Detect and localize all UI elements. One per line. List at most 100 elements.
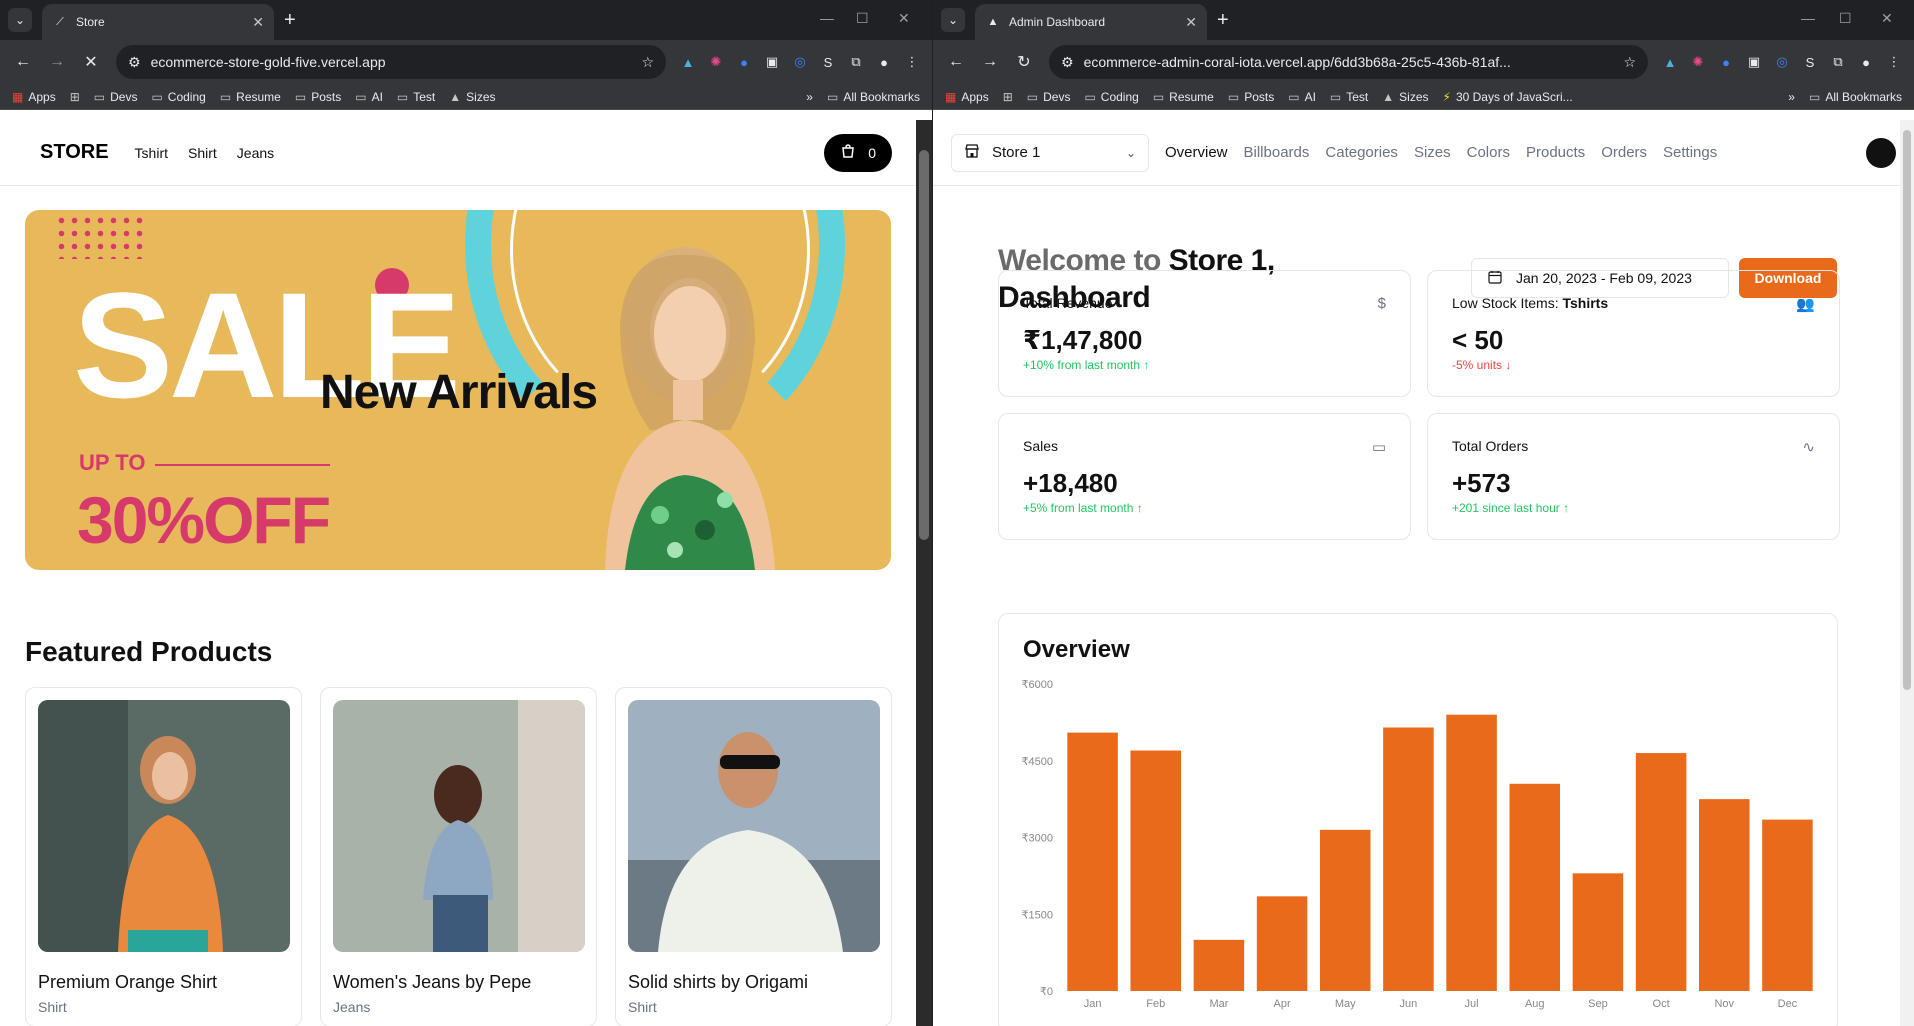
forward-button[interactable]: → xyxy=(42,47,72,77)
stop-loading-button[interactable]: ✕ xyxy=(76,47,106,77)
store-switcher[interactable]: Store 1 ⌄ xyxy=(951,133,1149,172)
close-window-button[interactable]: ✕ xyxy=(898,10,910,27)
user-avatar[interactable] xyxy=(1866,137,1896,168)
product-name[interactable]: Women's Jeans by Pepe xyxy=(333,972,584,993)
profile-avatar-icon[interactable]: ● xyxy=(1854,50,1878,74)
clipboard-extension-icon[interactable]: ▣ xyxy=(760,50,784,74)
minimize-button[interactable]: — xyxy=(820,10,834,26)
scrollbar-thumb[interactable] xyxy=(919,150,929,540)
nav-products[interactable]: Products xyxy=(1526,144,1585,161)
product-image[interactable] xyxy=(333,700,585,952)
address-bar[interactable]: ⚙ ecommerce-admin-coral-iota.vercel.app/… xyxy=(1049,45,1648,79)
all-bookmarks[interactable]: ▭ All Bookmarks xyxy=(827,90,920,104)
bookmark-30-days-js[interactable]: ⚡ 30 Days of JavaScri... xyxy=(1443,90,1573,104)
site-info-icon[interactable]: ⚙ xyxy=(128,54,141,71)
product-image[interactable] xyxy=(38,700,290,952)
product-name[interactable]: Premium Orange Shirt xyxy=(38,972,289,993)
product-card[interactable]: Women's Jeans by Pepe Jeans xyxy=(320,687,597,1026)
bookmark-resume[interactable]: ▭ Resume xyxy=(220,90,281,104)
nav-sizes[interactable]: Sizes xyxy=(1414,144,1451,161)
bookmark-star-icon[interactable]: ☆ xyxy=(1623,54,1636,71)
bookmark-ai[interactable]: ▭ AI xyxy=(355,90,383,104)
site-info-icon[interactable]: ⚙ xyxy=(1061,54,1074,71)
stat-value: ₹1,47,800 xyxy=(1023,325,1143,355)
product-image[interactable] xyxy=(628,700,880,952)
bookmark-posts[interactable]: ▭ Posts xyxy=(295,90,341,104)
bookmark-test[interactable]: ▭ Test xyxy=(397,90,435,104)
store-logo[interactable]: STORE xyxy=(40,141,109,164)
bookmark-grid[interactable]: ⊞ xyxy=(1003,90,1013,104)
profile-avatar-icon[interactable]: ● xyxy=(872,50,896,74)
menu-kebab-icon[interactable]: ⋮ xyxy=(1882,50,1906,74)
translate-extension-icon[interactable]: ◎ xyxy=(1770,50,1794,74)
bookmarks-overflow-icon[interactable]: » xyxy=(806,90,813,104)
nav-jeans[interactable]: Jeans xyxy=(237,145,274,161)
browser-toolbar: ← → ✕ ⚙ ecommerce-store-gold-five.vercel… xyxy=(0,40,932,84)
cart-button[interactable]: 0 xyxy=(824,133,892,172)
all-bookmarks[interactable]: ▭ All Bookmarks xyxy=(1809,90,1902,104)
back-button[interactable]: ← xyxy=(941,47,971,77)
back-button[interactable]: ← xyxy=(8,47,38,77)
extensions-puzzle-icon[interactable]: ⧉ xyxy=(1826,50,1850,74)
bookmark-coding[interactable]: ▭ Coding xyxy=(1084,90,1138,104)
tab-admin-dashboard[interactable]: ▲ Admin Dashboard ✕ xyxy=(975,4,1207,40)
decorative-line xyxy=(155,464,330,466)
close-tab-icon[interactable]: ✕ xyxy=(252,14,264,31)
tab-search-button[interactable]: ⌄ xyxy=(8,8,32,32)
bookmark-devs[interactable]: ▭ Devs xyxy=(1027,90,1071,104)
page-scrollbar[interactable] xyxy=(916,120,932,1026)
bookmark-apps[interactable]: ▦ Apps xyxy=(12,90,56,104)
nav-shirt[interactable]: Shirt xyxy=(188,145,217,161)
product-card[interactable]: Solid shirts by Origami Shirt xyxy=(615,687,892,1026)
extension-icon[interactable]: ▲ xyxy=(1658,50,1682,74)
bookmark-ai[interactable]: ▭ AI xyxy=(1288,90,1316,104)
nav-tshirt[interactable]: Tshirt xyxy=(135,145,168,161)
nav-settings[interactable]: Settings xyxy=(1663,144,1717,161)
bookmark-devs[interactable]: ▭ Devs xyxy=(94,90,138,104)
address-bar[interactable]: ⚙ ecommerce-store-gold-five.vercel.app ☆ xyxy=(116,45,666,79)
translate-extension-icon[interactable]: ◎ xyxy=(788,50,812,74)
tab-search-button[interactable]: ⌄ xyxy=(941,8,965,32)
bookmark-sizes[interactable]: ▲ Sizes xyxy=(449,90,495,104)
stat-value: +18,480 xyxy=(1023,468,1118,498)
extension-dot-icon[interactable]: ● xyxy=(732,50,756,74)
close-window-button[interactable]: ✕ xyxy=(1881,10,1893,27)
extensions-puzzle-icon[interactable]: ⧉ xyxy=(844,50,868,74)
bookmark-star-icon[interactable]: ☆ xyxy=(641,54,654,71)
tab-store[interactable]: ⟋ Store ✕ xyxy=(42,4,274,40)
nav-billboards[interactable]: Billboards xyxy=(1244,144,1310,161)
minimize-button[interactable]: — xyxy=(1801,10,1815,26)
bookmark-grid[interactable]: ⊞ xyxy=(70,90,80,104)
arrow-down-icon: ↓ xyxy=(1505,358,1512,372)
forward-button[interactable]: → xyxy=(975,47,1005,77)
bookmark-test[interactable]: ▭ Test xyxy=(1330,90,1368,104)
new-tab-button[interactable]: + xyxy=(284,10,296,30)
maximize-button[interactable]: ☐ xyxy=(1839,10,1852,27)
extension-dot-icon[interactable]: ● xyxy=(1714,50,1738,74)
page-scrollbar[interactable] xyxy=(1900,120,1914,1026)
nav-colors[interactable]: Colors xyxy=(1467,144,1510,161)
nav-orders[interactable]: Orders xyxy=(1601,144,1647,161)
reload-button[interactable]: ↻ xyxy=(1009,47,1039,77)
extension-badge-icon[interactable]: ✺ xyxy=(1686,50,1710,74)
bookmark-posts[interactable]: ▭ Posts xyxy=(1228,90,1274,104)
extension-icon[interactable]: ▲ xyxy=(676,50,700,74)
nav-categories[interactable]: Categories xyxy=(1325,144,1398,161)
menu-kebab-icon[interactable]: ⋮ xyxy=(900,50,924,74)
maximize-button[interactable]: ☐ xyxy=(856,10,869,27)
bookmark-resume[interactable]: ▭ Resume xyxy=(1153,90,1214,104)
product-name[interactable]: Solid shirts by Origami xyxy=(628,972,879,993)
close-tab-icon[interactable]: ✕ xyxy=(1185,14,1197,31)
bookmark-sizes[interactable]: ▲ Sizes xyxy=(1382,90,1428,104)
clipboard-extension-icon[interactable]: ▣ xyxy=(1742,50,1766,74)
extension-badge-icon[interactable]: ✺ xyxy=(704,50,728,74)
nav-overview[interactable]: Overview xyxy=(1165,144,1228,161)
bookmark-apps[interactable]: ▦ Apps xyxy=(945,90,989,104)
product-card[interactable]: Premium Orange Shirt Shirt xyxy=(25,687,302,1026)
bookmarks-overflow-icon[interactable]: » xyxy=(1788,90,1795,104)
scrollbar-thumb[interactable] xyxy=(1903,130,1911,690)
s-extension-icon[interactable]: S xyxy=(1798,50,1822,74)
new-tab-button[interactable]: + xyxy=(1217,10,1229,30)
s-extension-icon[interactable]: S xyxy=(816,50,840,74)
bookmark-coding[interactable]: ▭ Coding xyxy=(151,90,205,104)
